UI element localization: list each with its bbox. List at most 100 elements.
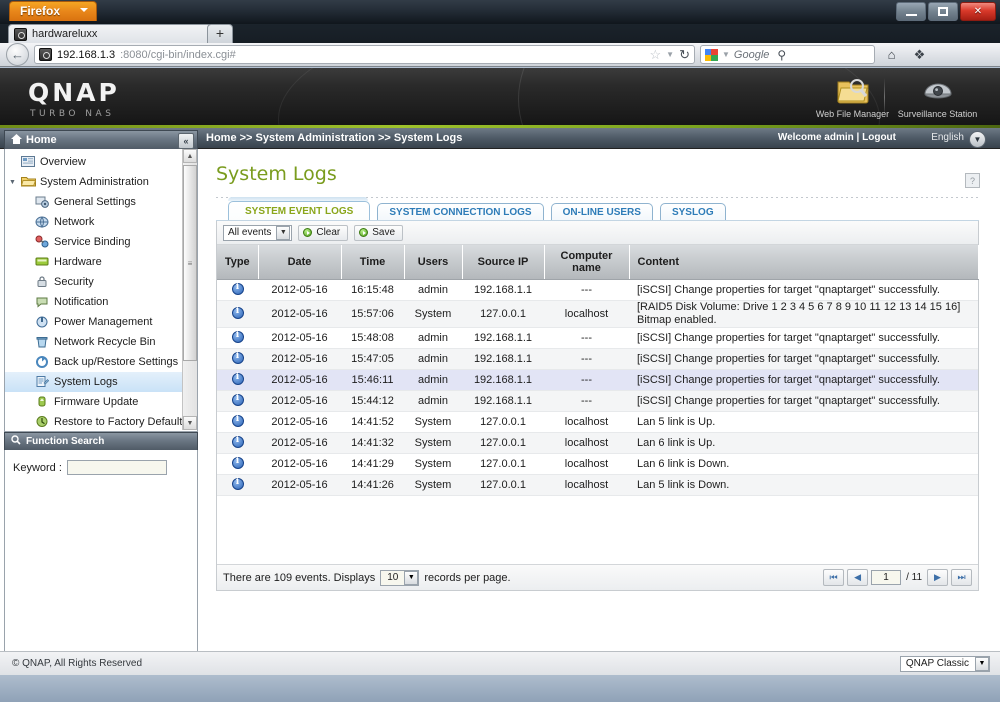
reload-icon[interactable]: ↻ xyxy=(679,47,690,63)
table-row[interactable]: 2012-05-1616:15:48admin192.168.1.1---[iS… xyxy=(217,279,978,301)
table-row[interactable]: 2012-05-1615:47:05admin192.168.1.1---[iS… xyxy=(217,348,978,370)
sidebar: Overview ▼ System Administration General Se… xyxy=(4,149,198,432)
home-button[interactable]: ⌂ xyxy=(880,44,903,66)
welcome-logout[interactable]: Welcome admin | Logout xyxy=(778,132,896,143)
surveillance-station-launcher[interactable]: Surveillance Station xyxy=(890,74,985,119)
language-label: English xyxy=(931,132,964,143)
tab-system-event-logs[interactable]: SYSTEM EVENT LOGS xyxy=(228,201,371,221)
new-tab-button[interactable]: + xyxy=(207,24,233,43)
close-button[interactable]: ✕ xyxy=(960,2,996,21)
sidebar-item-hardware[interactable]: Hardware xyxy=(5,252,183,272)
save-button[interactable]: Save xyxy=(354,224,404,241)
sidebar-item-network-recycle-bin[interactable]: Network Recycle Bin xyxy=(5,332,183,352)
url-bar[interactable]: 192.168.1.3 :8080/cgi-bin/index.cgi# ☆ ▼… xyxy=(34,45,695,64)
sidebar-item-back-up-restore-settings[interactable]: Back up/Restore Settings xyxy=(5,352,183,372)
sidebar-item-overview[interactable]: Overview xyxy=(5,152,183,172)
current-page-input[interactable]: 1 xyxy=(871,570,902,585)
firmware-icon xyxy=(35,395,50,409)
log-date-cell: 2012-05-16 xyxy=(258,453,341,475)
system-event-logs-table: Type Date Time Users Source IP Computer name C… xyxy=(217,245,979,496)
sidebar-item-notification[interactable]: Notification xyxy=(5,292,183,312)
sidebar-item-restore-to-factory-default[interactable]: Restore to Factory Default xyxy=(5,412,183,430)
back-button[interactable]: ← xyxy=(6,43,29,66)
table-row[interactable]: 2012-05-1614:41:26System127.0.0.1localho… xyxy=(217,474,978,496)
firefox-app-button[interactable]: Firefox xyxy=(9,1,97,21)
tab-syslog[interactable]: SYSLOG xyxy=(659,203,726,221)
column-header-type[interactable]: Type xyxy=(217,245,259,280)
table-row[interactable]: 2012-05-1615:44:12admin192.168.1.1---[iS… xyxy=(217,390,978,412)
sidebar-scrollbar[interactable]: ▲ ≡ ▼ xyxy=(182,149,197,430)
table-row[interactable]: 2012-05-1615:57:06System127.0.0.1localho… xyxy=(217,300,978,328)
search-bar[interactable]: ▼ Google ⚲ xyxy=(700,45,875,64)
keyword-row: Keyword : xyxy=(13,460,197,475)
table-row[interactable]: 2012-05-1614:41:32System127.0.0.1localho… xyxy=(217,432,978,454)
breadcrumb: Home >> System Administration >> System … xyxy=(206,132,463,144)
scrollbar-thumb[interactable]: ≡ xyxy=(183,165,197,361)
sidebar-item-general-settings[interactable]: General Settings xyxy=(5,192,183,212)
scroll-down-icon[interactable]: ▼ xyxy=(183,416,197,430)
log-source-ip-cell: 127.0.0.1 xyxy=(462,411,544,433)
sidebar-item-network[interactable]: Network xyxy=(5,212,183,232)
prev-page-button[interactable]: ◀ xyxy=(847,569,869,586)
addons-button[interactable]: ❖ xyxy=(908,44,931,66)
notification-icon xyxy=(35,295,50,309)
sidebar-item-firmware-update[interactable]: Firmware Update xyxy=(5,392,183,412)
chevron-down-icon[interactable]: ▼ xyxy=(975,656,989,671)
next-page-button[interactable]: ▶ xyxy=(927,569,948,586)
keyword-input[interactable] xyxy=(66,460,167,475)
event-filter-select[interactable]: All events ▼ xyxy=(223,224,293,241)
sidebar-item-label: Security xyxy=(54,276,94,288)
minimize-button[interactable] xyxy=(896,2,926,21)
sidebar-item-label: System Administration xyxy=(40,176,149,188)
log-source-ip-cell: 192.168.1.1 xyxy=(462,327,544,349)
tab-on-line-users[interactable]: ON-LINE USERS xyxy=(550,203,653,221)
language-dropdown-button[interactable]: ▼ xyxy=(969,131,986,148)
table-row[interactable]: 2012-05-1614:41:52System127.0.0.1localho… xyxy=(217,411,978,433)
chevron-down-icon[interactable]: ▼ xyxy=(722,50,730,59)
sidebar-collapse-button[interactable]: « xyxy=(178,133,194,149)
table-row[interactable]: 2012-05-1615:48:08admin192.168.1.1---[iS… xyxy=(217,327,978,349)
scroll-up-icon[interactable]: ▲ xyxy=(183,149,197,163)
maximize-button[interactable] xyxy=(928,2,958,21)
table-row[interactable]: 2012-05-1614:41:29System127.0.0.1localho… xyxy=(217,453,978,475)
clear-button[interactable]: Clear xyxy=(298,224,349,241)
browser-tab[interactable]: hardwareluxx xyxy=(8,24,212,43)
records-per-page-select[interactable]: 10 ▼ xyxy=(380,569,420,586)
column-header-users[interactable]: Users xyxy=(404,245,463,280)
copyright-label: © QNAP, All Rights Reserved xyxy=(12,658,143,669)
log-user-cell: admin xyxy=(404,369,462,391)
help-icon[interactable]: ? xyxy=(965,173,980,188)
sidebar-item-service-binding[interactable]: Service Binding xyxy=(5,232,183,252)
sidebar-item-system-administration[interactable]: ▼ System Administration xyxy=(5,172,183,192)
column-header-date[interactable]: Date xyxy=(258,245,342,280)
column-header-computer-name[interactable]: Computer name xyxy=(544,245,630,280)
search-icon[interactable]: ⚲ xyxy=(777,48,786,62)
sidebar-item-system-logs[interactable]: System Logs xyxy=(5,372,183,392)
log-type-cell xyxy=(217,474,258,496)
chevron-down-icon[interactable]: ▼ xyxy=(404,570,419,585)
log-type-cell xyxy=(217,279,258,301)
chevron-down-icon[interactable]: ▼ xyxy=(666,50,674,59)
sidebar-item-power-management[interactable]: Power Management xyxy=(5,312,183,332)
column-header-time[interactable]: Time xyxy=(341,245,405,280)
chevron-down-icon[interactable]: ▼ xyxy=(8,179,17,186)
last-page-button[interactable]: ⏭ xyxy=(951,569,972,586)
theme-select[interactable]: QNAP Classic ▼ xyxy=(899,655,990,672)
web-file-manager-launcher[interactable]: Web File Manager xyxy=(805,74,900,119)
qnap-banner: QNAP TURBO NAS Web File Manager Surveill… xyxy=(0,68,1000,128)
log-user-cell: admin xyxy=(404,348,462,370)
bookmark-star-icon[interactable]: ☆ xyxy=(650,47,662,63)
chevron-down-icon[interactable]: ▼ xyxy=(276,225,291,240)
function-search-label: Function Search xyxy=(26,436,105,447)
search-input[interactable]: Google xyxy=(734,49,769,61)
logs-toolbar: All events ▼ Clear Save xyxy=(217,221,978,245)
column-header-source-ip[interactable]: Source IP xyxy=(462,245,545,280)
tab-system-connection-logs[interactable]: SYSTEM CONNECTION LOGS xyxy=(377,203,544,221)
column-header-content[interactable]: Content xyxy=(629,245,979,280)
sidebar-header: Home « xyxy=(4,130,198,149)
first-page-button[interactable]: ⏮ xyxy=(823,569,845,586)
sidebar-item-security[interactable]: Security xyxy=(5,272,183,292)
table-row[interactable]: 2012-05-1615:46:11admin192.168.1.1---[iS… xyxy=(217,369,978,391)
info-icon xyxy=(231,282,244,295)
sidebar-item-label: Network xyxy=(54,216,95,228)
